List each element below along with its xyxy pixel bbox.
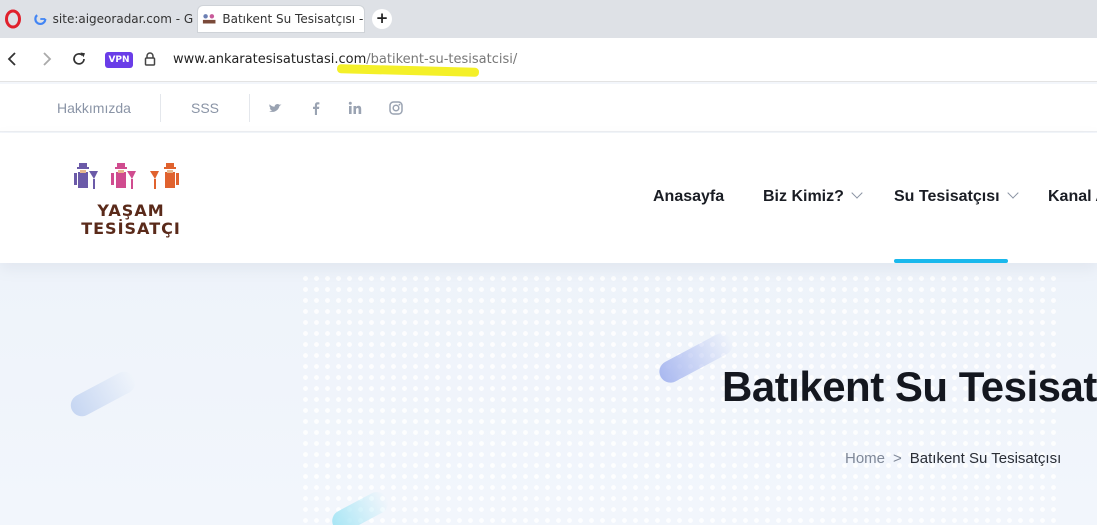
breadcrumb-home-link[interactable]: Home <box>845 450 885 467</box>
nav-item-label: Kanal A <box>1048 188 1097 205</box>
site-logo[interactable]: YAŞAM TESİSATÇI <box>74 159 194 239</box>
topbar-link-sss[interactable]: SSS <box>191 100 219 116</box>
back-arrow-icon[interactable] <box>4 50 22 68</box>
nav-item-biz-kimiz[interactable]: Biz Kimiz? <box>763 187 863 206</box>
twitter-icon[interactable] <box>267 100 283 116</box>
breadcrumb-current: Batıkent Su Tesisatçısı <box>909 450 1062 467</box>
facebook-icon[interactable] <box>308 100 324 116</box>
tab-label: Batıkent Su Tesisatçısı - Ar <box>222 12 364 26</box>
nav-item-anasayfa[interactable]: Anasayfa <box>653 188 724 206</box>
topbar-link-hakkimizda[interactable]: Hakkımızda <box>57 100 131 116</box>
divider <box>160 94 161 122</box>
reload-icon[interactable] <box>70 50 88 68</box>
linkedin-icon[interactable] <box>347 100 363 116</box>
breadcrumb: Home > Batıkent Su Tesisatçısı <box>845 450 1061 467</box>
lock-icon[interactable] <box>144 52 156 66</box>
new-tab-button[interactable]: + <box>372 9 392 29</box>
forward-arrow-icon[interactable] <box>37 50 55 68</box>
browser-tab-strip: site:aigeoradar.com - Goo Batıkent Su Te… <box>0 0 1097 38</box>
site-topbar: Hakkımızda SSS <box>0 84 1097 132</box>
divider <box>249 94 250 122</box>
page-title: Batıkent Su Tesisat <box>722 363 1097 410</box>
nav-item-label: Anasayfa <box>653 188 725 205</box>
nav-item-label: Biz Kimiz? <box>763 188 844 205</box>
tab-label: site:aigeoradar.com - Goo <box>52 12 193 26</box>
chevron-down-icon <box>1006 187 1019 199</box>
site-favicon-icon <box>202 14 216 24</box>
chevron-down-icon <box>851 187 863 199</box>
vpn-badge[interactable]: VPN <box>105 52 133 68</box>
logo-line2: TESİSATÇI <box>81 219 181 238</box>
address-bar: VPN www.ankaratesisatustasi.com/batikent… <box>0 38 1097 82</box>
tab-google-search[interactable]: site:aigeoradar.com - Goo <box>30 5 193 33</box>
active-nav-indicator <box>894 259 1008 263</box>
nav-item-su-tesisatcisi[interactable]: Su Tesisatçısı <box>894 187 1019 206</box>
decorative-streak <box>66 367 140 421</box>
logo-line1: YAŞAM <box>97 201 165 220</box>
page-hero: Batıkent Su Tesisat Home > Batıkent Su Tes… <box>0 263 1097 525</box>
opera-logo-icon[interactable] <box>5 9 21 29</box>
nav-item-label: Su Tesisatçısı <box>894 188 1000 205</box>
plumbers-logo-icon <box>74 163 179 189</box>
nav-item-kanal[interactable]: Kanal A <box>1048 188 1097 206</box>
chevron-right-icon: > <box>893 450 902 467</box>
instagram-icon[interactable] <box>388 100 404 116</box>
tab-batikent-su-tesisatcisi[interactable]: Batıkent Su Tesisatçısı - Ar <box>197 5 365 33</box>
site-header: YAŞAM TESİSATÇI Anasayfa Biz Kimiz? Su T… <box>0 133 1097 263</box>
google-g-icon <box>34 12 47 26</box>
